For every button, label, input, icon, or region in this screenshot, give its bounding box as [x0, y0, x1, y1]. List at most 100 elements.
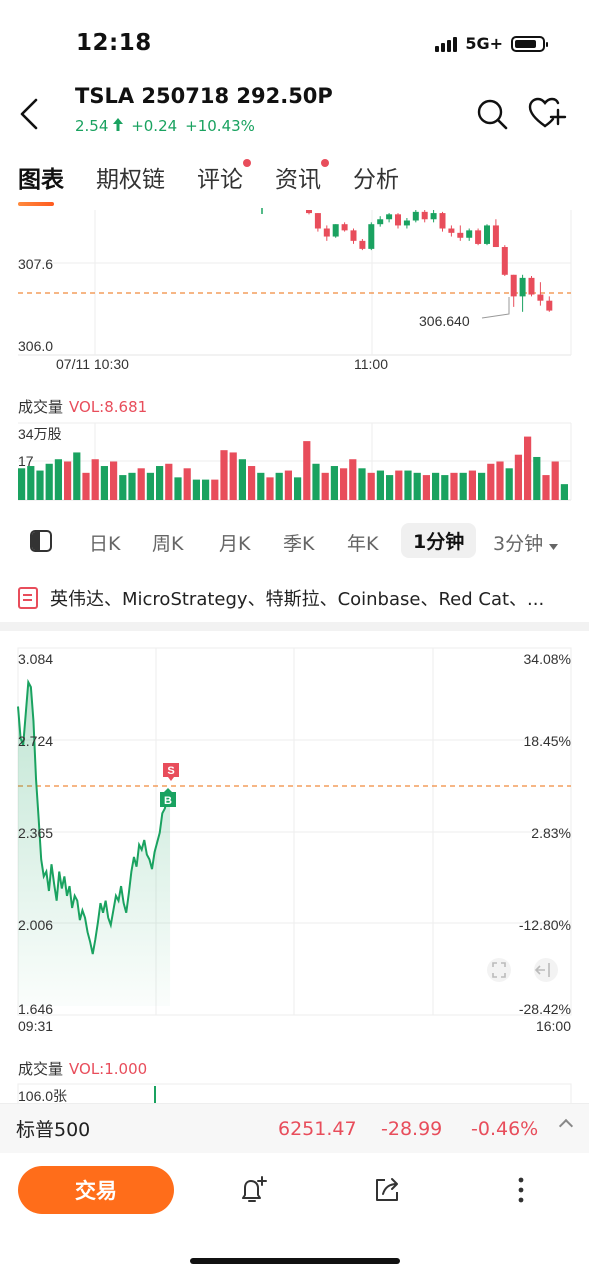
- status-icons: 5G+: [435, 34, 548, 53]
- candle-body: [448, 228, 455, 233]
- volume-bar: [321, 472, 329, 500]
- collapse-panel-icon[interactable]: [534, 958, 558, 982]
- fullscreen-icon[interactable]: [487, 958, 511, 982]
- volume-bar: [524, 436, 532, 500]
- y-left-tick: 2.006: [18, 917, 53, 933]
- volume-bar: [165, 463, 173, 500]
- period-week[interactable]: 周K: [152, 529, 183, 556]
- candle-body: [439, 213, 446, 229]
- y-tick-label: 306.0: [18, 338, 53, 354]
- y-tick-label: 307.6: [18, 256, 53, 272]
- volume-bar: [73, 452, 81, 500]
- tab-comments[interactable]: 评论: [197, 159, 251, 194]
- underlying-volume-chart: 34万股 17: [18, 422, 572, 501]
- volume-bar: [238, 459, 246, 500]
- candle-body: [368, 224, 375, 249]
- volume-bar: [183, 468, 191, 500]
- bell-plus-icon[interactable]: [236, 1174, 268, 1206]
- period-year[interactable]: 年K: [347, 529, 378, 556]
- volume-bar: [533, 456, 541, 500]
- candle-body: [323, 228, 330, 237]
- volume-bar: [266, 477, 274, 500]
- y-right-tick: -12.80%: [519, 917, 571, 933]
- volume-bar: [54, 459, 62, 500]
- period-3min[interactable]: 3分钟: [493, 529, 559, 556]
- candle-body: [484, 225, 490, 244]
- volume-bar: [450, 472, 458, 500]
- volume-bar: [211, 479, 219, 500]
- volume-bar: [82, 472, 90, 500]
- volume-bar: [294, 477, 302, 500]
- y-left-tick: 1.646: [18, 1001, 53, 1017]
- heart-plus-icon[interactable]: [527, 95, 567, 131]
- tab-analysis[interactable]: 分析: [353, 160, 399, 194]
- volume-bar: [100, 466, 108, 500]
- volume-bar: [36, 470, 44, 500]
- period-1min[interactable]: 1分钟: [401, 523, 477, 558]
- volume-bar: [248, 466, 256, 500]
- volume-bar: [542, 475, 550, 500]
- status-time: 12:18: [76, 30, 152, 56]
- period-month[interactable]: 月K: [219, 529, 250, 556]
- candle-body: [395, 214, 401, 226]
- y-left-tick: 3.084: [18, 651, 53, 667]
- x-tick-label: 16:00: [536, 1018, 571, 1034]
- candle-body: [457, 232, 464, 238]
- option-volume-label: 成交量 VOL:1.000: [18, 1060, 148, 1078]
- battery-icon: [511, 35, 548, 52]
- candle-body: [510, 274, 517, 297]
- y-left-tick: 2.365: [18, 825, 53, 841]
- tab-chart[interactable]: 图表: [18, 160, 64, 206]
- volume-bar: [91, 459, 99, 500]
- section-divider: [0, 622, 589, 631]
- option-volume-chart: 106.0张: [17, 1083, 572, 1104]
- volume-bar: [376, 470, 384, 500]
- candle-body: [306, 210, 312, 214]
- period-bar: 日K 周K 月K 季K 年K 1分钟 3分钟: [0, 521, 589, 561]
- index-ticker-bar[interactable]: 标普500 6251.47 -28.99 -0.46%: [0, 1103, 589, 1153]
- period-day[interactable]: 日K: [89, 529, 120, 556]
- search-icon[interactable]: [475, 97, 509, 131]
- candle-body: [546, 300, 553, 311]
- related-news-row[interactable]: 英伟达、MicroStrategy、特斯拉、Coinbase、Red Cat、.…: [18, 585, 570, 611]
- tab-option-chain[interactable]: 期权链: [96, 160, 165, 194]
- volume-bar: [349, 459, 357, 500]
- volume-bar: [358, 468, 366, 500]
- notification-dot: [243, 159, 251, 167]
- back-arrow-icon[interactable]: [16, 96, 46, 132]
- volume-tick-label: 17: [18, 453, 34, 469]
- quote-line: 2.54 +0.24 +10.43%: [75, 117, 255, 135]
- price-change: +0.24: [131, 117, 178, 135]
- svg-text:B: B: [164, 795, 172, 807]
- network-label: 5G+: [465, 34, 503, 53]
- period-quarter[interactable]: 季K: [283, 529, 314, 556]
- chevron-down-icon: [549, 544, 559, 550]
- chevron-up-icon[interactable]: [558, 1118, 574, 1134]
- volume-bar: [64, 461, 72, 500]
- layout-toggle-icon[interactable]: [30, 530, 52, 552]
- option-price-chart[interactable]: S B 3.084 2.724 2.365 2.006 1.646 34.08%…: [0, 640, 589, 1040]
- volume-bar: [137, 468, 145, 500]
- volume-bar: [18, 468, 26, 500]
- volume-bar: [487, 463, 495, 500]
- trade-button[interactable]: 交易: [18, 1166, 174, 1214]
- volume-bar: [45, 463, 53, 500]
- candle-body: [492, 225, 499, 248]
- index-name: 标普500: [16, 1119, 91, 1141]
- tab-news[interactable]: 资讯: [275, 159, 329, 194]
- home-indicator: [190, 1258, 400, 1264]
- volume-bar: [275, 472, 283, 500]
- underlying-candlestick-chart[interactable]: 307.6 306.0 07/11 10:30 11:00 306.640: [0, 205, 589, 375]
- candle-body: [386, 214, 393, 220]
- x-tick-label: 09:31: [18, 1018, 53, 1034]
- volume-label: 成交量 VOL:8.681: [18, 398, 148, 416]
- candle-body: [430, 213, 437, 220]
- volume-tick-label: 34万股: [18, 426, 62, 442]
- candle-body: [519, 277, 526, 297]
- y-right-tick: 34.08%: [524, 651, 571, 667]
- volume-bar: [413, 472, 421, 500]
- more-icon[interactable]: [505, 1174, 537, 1206]
- volume-bar: [303, 441, 311, 500]
- volume-bar: [340, 468, 348, 500]
- share-icon[interactable]: [371, 1174, 403, 1206]
